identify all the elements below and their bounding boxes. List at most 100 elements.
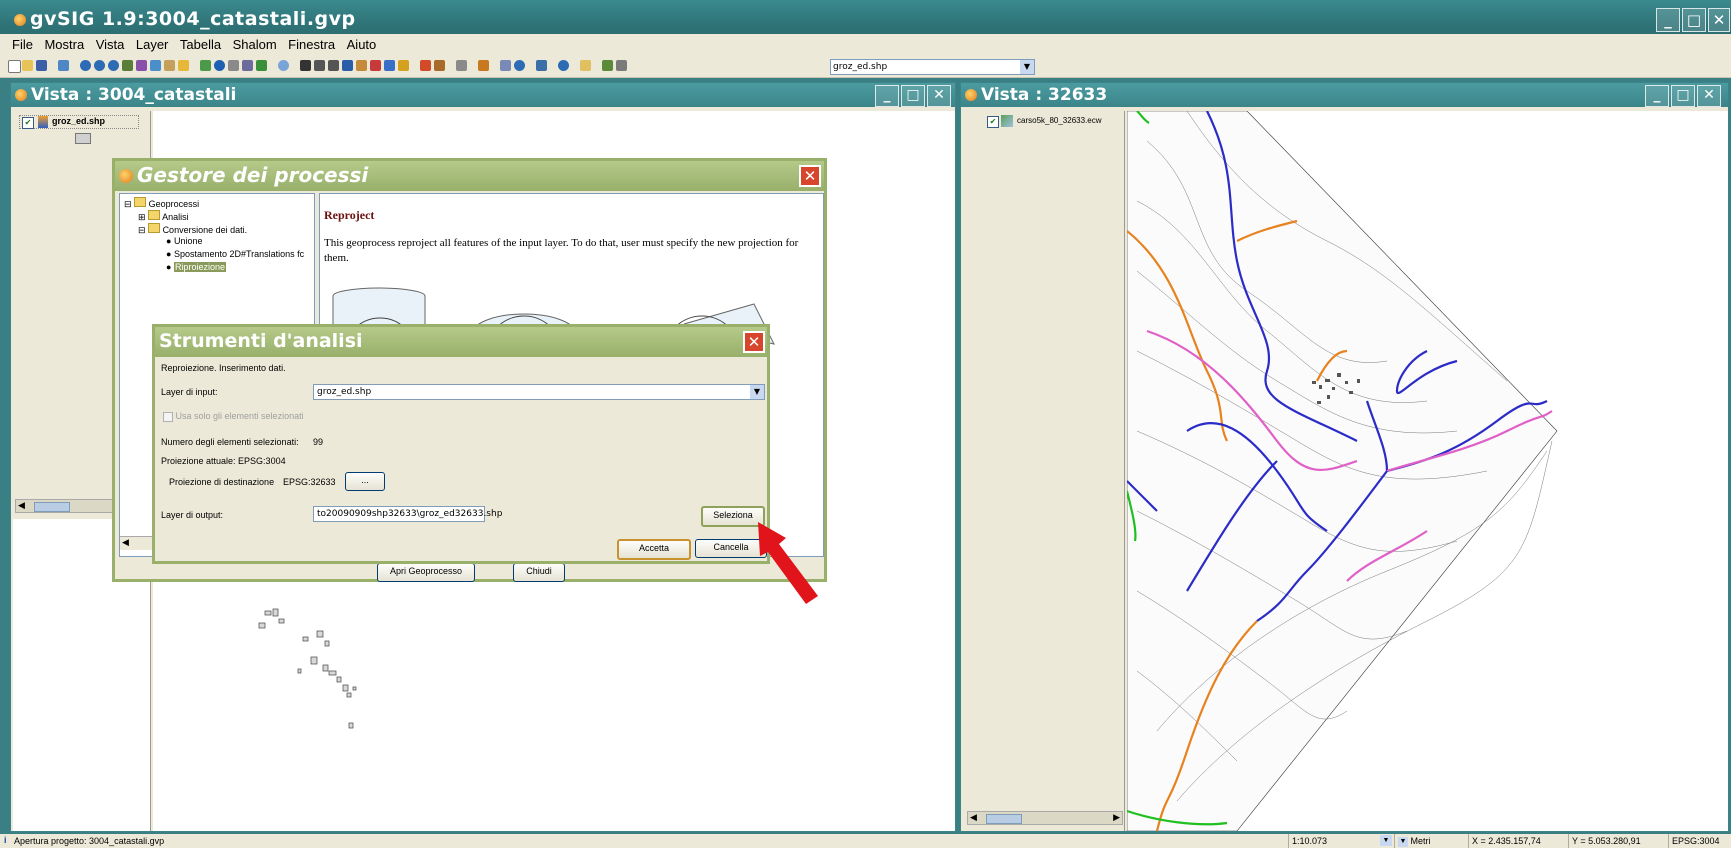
layer-select[interactable]: groz_ed.shp ▼ <box>830 59 1035 75</box>
x-coordinate: X = 2.435.157,74 <box>1468 834 1570 848</box>
tree-item-riproiezione[interactable]: ● Riproiezione <box>166 262 226 272</box>
menu-shalom[interactable]: Shalom <box>229 34 281 52</box>
toc-layer-item[interactable]: ✔ carso5k_80_32633.ecw <box>987 115 1123 129</box>
table-icon[interactable] <box>456 60 467 71</box>
view-maximize-button[interactable]: □ <box>901 85 925 107</box>
invert-selection-icon[interactable] <box>356 60 367 71</box>
view-minimize-button[interactable]: _ <box>875 85 899 107</box>
scale-field[interactable]: 1:10.073 ▼ <box>1288 834 1394 848</box>
scroll-thumb[interactable] <box>986 814 1022 824</box>
status-message: Apertura progetto: 3004_catastali.gvp <box>14 836 165 846</box>
layer-checkbox[interactable]: ✔ <box>22 117 34 129</box>
add-layer-icon[interactable] <box>58 60 69 71</box>
zoom-in-icon[interactable] <box>80 60 91 71</box>
geoprocess-icon[interactable] <box>434 60 445 71</box>
layout-icon[interactable] <box>536 60 547 71</box>
close-icon[interactable]: ✕ <box>743 331 765 353</box>
tree-analisi[interactable]: ⊞ Analisi <box>138 210 189 223</box>
select-pointer-icon[interactable] <box>300 60 311 71</box>
toc-scrollbar-right[interactable]: ◀ ▶ <box>967 811 1123 825</box>
menu-bar: File Mostra Vista Layer Tabella Shalom F… <box>0 34 1731 56</box>
toc-layer-item[interactable]: ✔ groz_ed.shp <box>19 115 139 129</box>
save-icon[interactable] <box>36 60 47 71</box>
close-icon[interactable]: ✕ <box>799 165 821 187</box>
zoom-map-icon[interactable] <box>514 60 525 71</box>
clear-selection-icon[interactable] <box>370 60 381 71</box>
select-all-icon[interactable] <box>342 60 353 71</box>
menu-vista[interactable]: Vista <box>92 34 129 52</box>
layer-checkbox[interactable]: ✔ <box>987 116 999 128</box>
menu-file[interactable]: File <box>8 34 37 52</box>
select-by-attribute-icon[interactable] <box>398 60 409 71</box>
chevron-down-icon[interactable]: ▼ <box>1020 60 1034 74</box>
measure-distance-icon[interactable] <box>228 60 239 71</box>
menu-tabella[interactable]: Tabella <box>176 34 225 52</box>
chevron-down-icon[interactable]: ▼ <box>750 385 764 399</box>
print-preview-icon[interactable] <box>500 60 511 71</box>
close-button[interactable]: ✕ <box>1708 8 1730 32</box>
view-minimize-button[interactable]: _ <box>1645 85 1669 107</box>
scroll-left-icon[interactable]: ◀ <box>970 813 977 823</box>
output-layer-label: Layer di output: <box>161 510 224 520</box>
input-layer-select[interactable]: groz_ed.shp ▼ <box>313 384 765 400</box>
filter-icon[interactable] <box>420 60 431 71</box>
edit-icon[interactable] <box>580 60 591 71</box>
layer-list-icon[interactable] <box>602 60 613 71</box>
layer-props-icon[interactable] <box>616 60 627 71</box>
description-text: This geoprocess reproject all features o… <box>324 237 799 264</box>
new-icon[interactable] <box>8 60 21 73</box>
map-canvas-right[interactable] <box>1125 110 1728 832</box>
select-by-point-icon[interactable] <box>384 60 395 71</box>
tools-icon[interactable] <box>478 60 489 71</box>
y-coordinate: Y = 5.053.280,91 <box>1568 834 1670 848</box>
accept-button[interactable]: Accetta <box>617 539 691 560</box>
info-icon[interactable] <box>214 60 225 71</box>
output-layer-field[interactable]: to20090909shp32633\groz_ed32633.shp <box>313 506 502 522</box>
only-selected-checkbox[interactable]: Usa solo gli elementi selezionati <box>163 411 304 422</box>
units-field[interactable]: ▼ Metri <box>1394 834 1468 848</box>
num-selected-label: Numero degli elementi selezionati: <box>161 437 299 447</box>
scroll-left-icon[interactable]: ◀ <box>122 538 129 548</box>
zoom-extent-icon[interactable] <box>108 60 119 71</box>
tree-root[interactable]: ⊟ Geoprocessi <box>124 197 199 210</box>
menu-aiuto[interactable]: Aiuto <box>343 34 381 52</box>
open-geoprocess-button[interactable]: Apri Geoprocesso <box>377 563 475 582</box>
input-layer-label: Layer di input: <box>161 387 218 397</box>
close-dialog-button[interactable]: Chiudi <box>513 563 565 582</box>
view-logo-icon <box>965 89 977 101</box>
hyperlink-icon[interactable] <box>256 60 267 71</box>
tree-item-unione[interactable]: ● Unione <box>166 236 202 246</box>
scroll-right-icon[interactable]: ▶ <box>1113 813 1120 823</box>
choose-projection-button[interactable]: ... <box>345 472 385 491</box>
scroll-left-icon[interactable]: ◀ <box>18 501 25 511</box>
zoom-select-icon[interactable] <box>136 60 147 71</box>
dialog-subtitle: Reproiezione. Inserimento dati. <box>161 363 286 373</box>
zoom-out-icon[interactable] <box>94 60 105 71</box>
view-close-button[interactable]: ✕ <box>1697 85 1721 107</box>
view-maximize-button[interactable]: □ <box>1671 85 1695 107</box>
chevron-down-icon[interactable]: ▼ <box>1380 835 1392 846</box>
maximize-button[interactable]: □ <box>1682 8 1706 32</box>
tree-conversione[interactable]: ⊟ Conversione dei dati. <box>138 223 247 236</box>
chevron-down-icon[interactable]: ▼ <box>1398 836 1408 847</box>
zoom-layer-icon[interactable] <box>122 60 133 71</box>
shapefile-icon <box>38 116 48 128</box>
menu-mostra[interactable]: Mostra <box>40 34 88 52</box>
open-icon[interactable] <box>22 60 33 71</box>
pan-icon[interactable] <box>164 60 175 71</box>
view-logo-icon <box>15 89 27 101</box>
zoom-previous-icon[interactable] <box>150 60 161 71</box>
scroll-thumb[interactable] <box>34 502 70 512</box>
minimize-button[interactable]: _ <box>1656 8 1680 32</box>
select-rect-icon[interactable] <box>314 60 325 71</box>
measure-area-icon[interactable] <box>242 60 253 71</box>
scale-icon[interactable] <box>200 60 211 71</box>
search-icon[interactable] <box>278 60 289 71</box>
menu-finestra[interactable]: Finestra <box>284 34 339 52</box>
tree-item-spostamento[interactable]: ● Spostamento 2D#Translations fc <box>166 249 304 259</box>
view-close-button[interactable]: ✕ <box>927 85 951 107</box>
select-polygon-icon[interactable] <box>328 60 339 71</box>
locator-icon[interactable] <box>178 60 189 71</box>
menu-layer[interactable]: Layer <box>132 34 173 52</box>
zoom-layout-icon[interactable] <box>558 60 569 71</box>
